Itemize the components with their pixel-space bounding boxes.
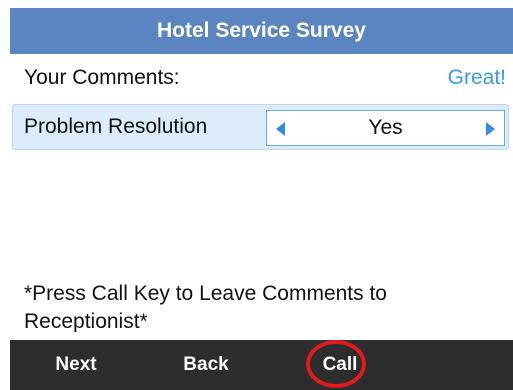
chevron-left-icon[interactable] xyxy=(276,122,285,136)
chevron-right-icon[interactable] xyxy=(486,122,495,136)
comments-row[interactable]: Your Comments: Great! xyxy=(24,60,513,96)
call-key-hint: *Press Call Key to Leave Comments to Rec… xyxy=(24,282,387,332)
problem-resolution-value: Yes xyxy=(368,116,403,139)
next-softkey[interactable]: Next xyxy=(46,340,106,390)
comments-label: Your Comments: xyxy=(24,66,180,89)
call-softkey[interactable]: Call xyxy=(310,340,370,390)
page-title: Hotel Service Survey xyxy=(157,19,366,42)
survey-screen: Hotel Service Survey Your Comments: Grea… xyxy=(0,0,513,390)
back-softkey[interactable]: Back xyxy=(176,340,236,390)
comments-value: Great! xyxy=(447,66,506,89)
softkey-bar: Next Back Call xyxy=(10,340,513,390)
title-bar: Hotel Service Survey xyxy=(10,8,513,54)
problem-resolution-label: Problem Resolution xyxy=(24,115,208,138)
problem-resolution-row[interactable]: Problem Resolution Yes xyxy=(12,104,509,150)
problem-resolution-selector[interactable]: Yes xyxy=(266,110,505,146)
